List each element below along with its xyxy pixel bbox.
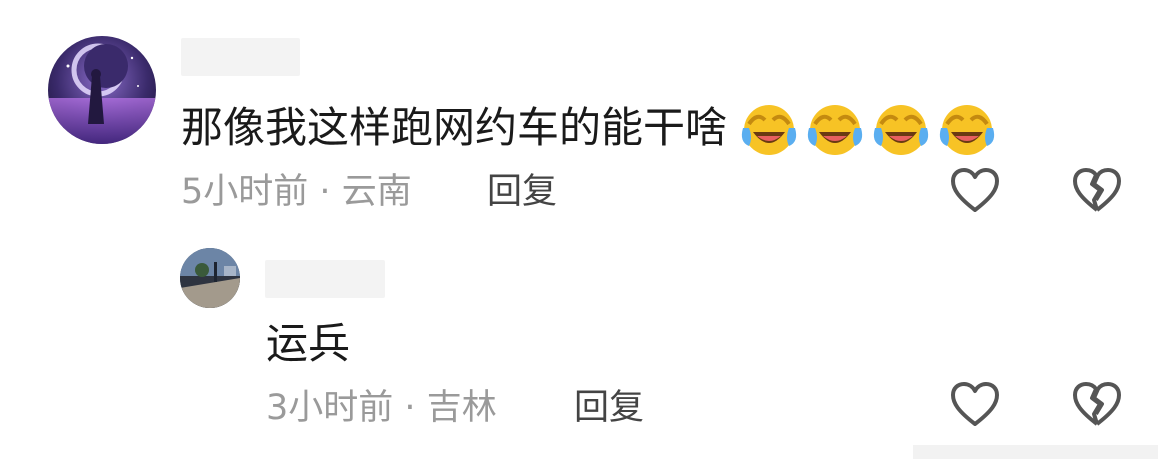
laughing-crying-emoji-icon: [939, 105, 995, 155]
laughing-crying-emoji-icon: [873, 105, 929, 155]
watermark-decoration: [913, 445, 1158, 459]
reply-button[interactable]: 回复: [574, 386, 644, 430]
comment-location: 云南: [341, 172, 412, 212]
emoji-group: [733, 98, 997, 158]
meta-separator: ·: [319, 172, 331, 212]
heart-outline-icon[interactable]: [948, 164, 1002, 218]
broken-heart-icon[interactable]: [1070, 164, 1124, 218]
comment-text-content: 那像我这样跑网约车的能干啥: [181, 103, 728, 152]
comment-meta: 3小时前 · 吉林: [266, 386, 497, 430]
comment-thread: 那像我这样跑网约车的能干啥 5小时前 · 云南 回复 运兵 3小时前 · 吉林 …: [0, 0, 1170, 475]
comment-text: 那像我这样跑网约车的能干啥: [181, 98, 997, 158]
comment-time: 3小时前: [266, 388, 394, 428]
avatar[interactable]: [180, 248, 240, 308]
laughing-crying-emoji-icon: [741, 105, 797, 155]
comment-text: 运兵: [266, 318, 350, 370]
comment-meta: 5小时前 · 云南: [181, 170, 412, 214]
reply-button[interactable]: 回复: [487, 170, 557, 214]
heart-outline-icon[interactable]: [948, 378, 1002, 432]
comment-location: 吉林: [426, 388, 497, 428]
username-redacted: [181, 38, 300, 76]
broken-heart-icon[interactable]: [1070, 378, 1124, 432]
meta-separator: ·: [404, 388, 416, 428]
avatar[interactable]: [48, 36, 156, 144]
username-redacted: [265, 260, 385, 298]
comment-time: 5小时前: [181, 172, 309, 212]
laughing-crying-emoji-icon: [807, 105, 863, 155]
comment-text-content: 运兵: [266, 319, 351, 368]
